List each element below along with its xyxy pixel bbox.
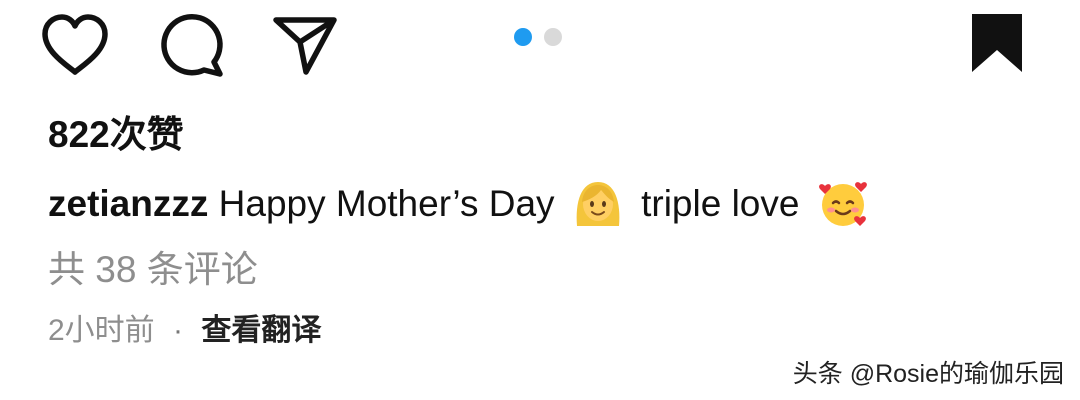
page-dot-inactive xyxy=(544,28,562,46)
send-paper-plane-icon[interactable] xyxy=(272,12,340,78)
heart-icon[interactable] xyxy=(40,12,110,78)
view-comments-link[interactable]: 共 38 条评论 xyxy=(48,243,258,297)
see-translation-link[interactable]: 查看翻译 xyxy=(201,314,321,347)
bookmark-icon[interactable] xyxy=(968,12,1026,74)
woman-blond-emoji xyxy=(571,176,625,230)
post-timestamp: 2小时前 xyxy=(48,314,155,347)
caption-text-part2: triple love xyxy=(641,183,800,224)
comment-bubble-icon[interactable] xyxy=(158,12,226,78)
page-dot-active xyxy=(514,28,532,46)
post-meta: 2小时前 · 查看翻译 xyxy=(48,308,321,354)
post-action-bar xyxy=(0,0,1080,90)
post-caption: zetianzzz Happy Mother’s Day triple love xyxy=(48,176,876,231)
caption-text-part1: Happy Mother’s Day xyxy=(218,183,555,224)
likes-count[interactable]: 822次赞 xyxy=(48,110,184,160)
smiling-face-with-hearts-emoji xyxy=(816,176,870,230)
watermark: 头条 @Rosie的瑜伽乐园 xyxy=(792,360,1064,388)
caption-username[interactable]: zetianzzz xyxy=(48,183,208,224)
meta-separator: · xyxy=(173,314,184,347)
